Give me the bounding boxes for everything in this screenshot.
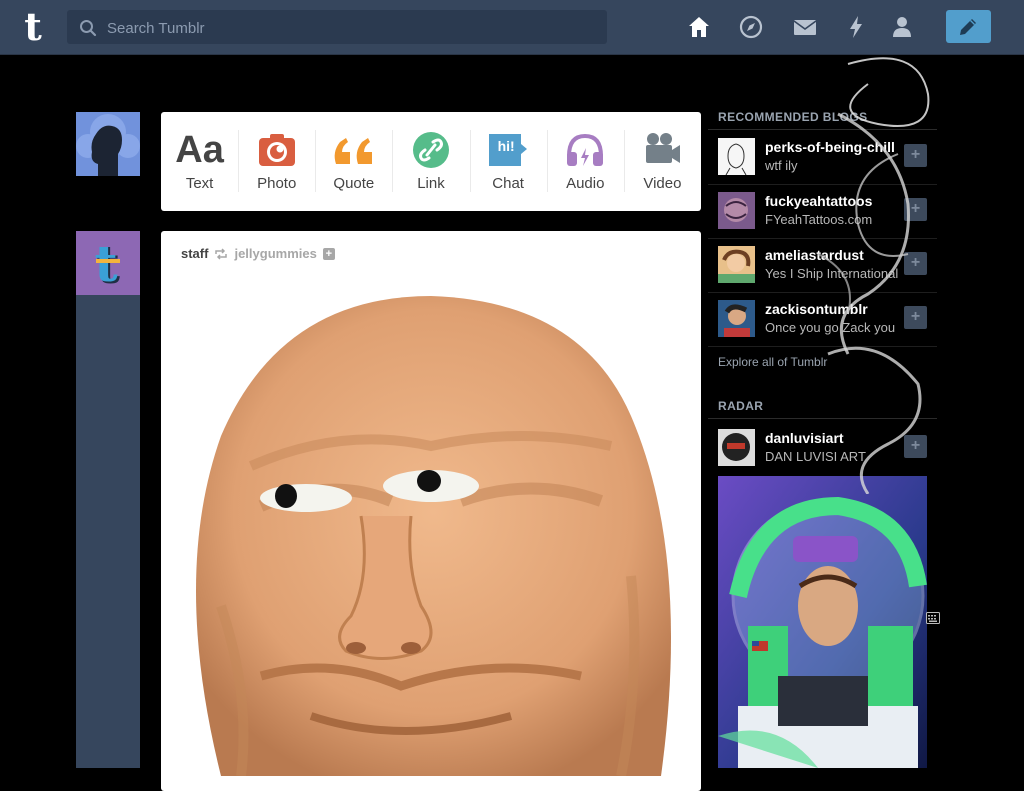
post-type-label: Chat bbox=[492, 175, 524, 192]
radar-heading: RADAR bbox=[718, 399, 764, 413]
divider bbox=[708, 418, 937, 419]
post-type-quote[interactable]: Quote bbox=[315, 112, 392, 211]
user-avatar[interactable] bbox=[76, 112, 140, 176]
blog-name[interactable]: ameliastardust bbox=[765, 247, 905, 263]
text-aa-icon: Aa bbox=[175, 129, 224, 171]
post-type-label: Photo bbox=[257, 175, 297, 192]
post-type-label: Video bbox=[643, 175, 682, 192]
quote-marks-icon bbox=[334, 138, 372, 164]
tumblr-logo[interactable]: t bbox=[18, 8, 48, 46]
staff-avatar[interactable]: t t bbox=[76, 231, 140, 295]
post-type-bar: Aa Text Photo Quote Link hi! Chat Audio … bbox=[161, 112, 701, 211]
blog-avatar[interactable] bbox=[718, 192, 755, 229]
svg-text:t: t bbox=[94, 234, 117, 293]
post-type-photo[interactable]: Photo bbox=[238, 112, 315, 211]
post-photo-rubber-face[interactable] bbox=[161, 276, 701, 776]
post-header: staff jellygummies + bbox=[181, 246, 335, 261]
blog-name[interactable]: danluvisiart bbox=[765, 430, 905, 446]
post-type-text[interactable]: Aa Text bbox=[161, 112, 238, 211]
reblog-icon bbox=[215, 247, 228, 260]
follow-button[interactable] bbox=[904, 144, 927, 167]
follow-button[interactable] bbox=[904, 435, 927, 458]
keyboard-shortcuts-icon[interactable] bbox=[926, 612, 940, 624]
post-type-label: Quote bbox=[333, 175, 375, 192]
reblogged-from-link[interactable]: jellygummies bbox=[234, 246, 316, 261]
post-type-label: Audio bbox=[566, 175, 605, 192]
staff-tumblr-logo-avatar: t t bbox=[76, 231, 140, 295]
blog-name[interactable]: zackisontumblr bbox=[765, 301, 905, 317]
post-author-link[interactable]: staff bbox=[181, 246, 208, 261]
blog-avatar[interactable] bbox=[718, 300, 755, 337]
blog-title: wtf ily bbox=[765, 158, 798, 173]
recommended-blog-item[interactable]: zackisontumblr Once you go Zack you bbox=[708, 292, 937, 347]
follow-button[interactable] bbox=[904, 198, 927, 221]
blog-title: Once you go Zack you bbox=[765, 320, 896, 335]
post-type-video[interactable]: Video bbox=[623, 112, 701, 211]
blog-avatar[interactable] bbox=[718, 138, 755, 175]
follow-button[interactable] bbox=[904, 252, 927, 275]
chat-hi-text: hi! bbox=[497, 138, 515, 154]
follow-button[interactable] bbox=[904, 306, 927, 329]
explore-link[interactable]: Explore all of Tumblr bbox=[718, 355, 827, 369]
post-type-chat[interactable]: hi! Chat bbox=[469, 112, 547, 211]
recommended-blog-item[interactable]: ameliastardust Yes I Ship International bbox=[708, 238, 937, 293]
blog-title: DAN LUVISI ART bbox=[765, 449, 866, 464]
dashboard-post: staff jellygummies + bbox=[161, 231, 701, 791]
blog-avatar[interactable] bbox=[718, 429, 755, 466]
recommended-blog-item[interactable]: perks-of-being-chill wtf ily bbox=[708, 130, 937, 185]
radar-post-image-astronaut[interactable] bbox=[718, 476, 927, 768]
search-box[interactable] bbox=[67, 10, 607, 46]
post-type-audio[interactable]: Audio bbox=[546, 112, 624, 211]
search-input[interactable] bbox=[105, 10, 599, 46]
blog-title: FYeahTattoos.com bbox=[765, 212, 873, 227]
radar-blog-item[interactable]: danluvisiart DAN LUVISI ART bbox=[708, 421, 937, 475]
post-type-link[interactable]: Link bbox=[392, 112, 469, 211]
silhouette-avatar-image bbox=[76, 112, 140, 176]
right-sidebar: RECOMMENDED BLOGS perks-of-being-chill w… bbox=[708, 0, 938, 768]
link-chain-icon bbox=[412, 132, 449, 168]
camera-icon bbox=[258, 134, 295, 166]
blog-name[interactable]: perks-of-being-chill bbox=[765, 139, 905, 155]
recommended-blogs-heading: RECOMMENDED BLOGS bbox=[718, 110, 868, 124]
search-icon bbox=[80, 20, 97, 37]
blog-avatar[interactable] bbox=[718, 246, 755, 283]
staff-avatar-rail bbox=[76, 295, 140, 768]
post-type-label: Link bbox=[417, 175, 445, 192]
recommended-blog-item[interactable]: fuckyeahtattoos FYeahTattoos.com bbox=[708, 184, 937, 239]
blog-name[interactable]: fuckyeahtattoos bbox=[765, 193, 905, 209]
headphones-icon bbox=[567, 133, 604, 166]
post-type-label: Text bbox=[185, 175, 214, 192]
compose-button[interactable] bbox=[946, 10, 991, 43]
compose-pencil-icon bbox=[960, 19, 976, 35]
follow-plus-icon[interactable]: + bbox=[322, 247, 335, 260]
video-camera-icon bbox=[646, 133, 681, 163]
blog-title: Yes I Ship International bbox=[765, 266, 899, 281]
